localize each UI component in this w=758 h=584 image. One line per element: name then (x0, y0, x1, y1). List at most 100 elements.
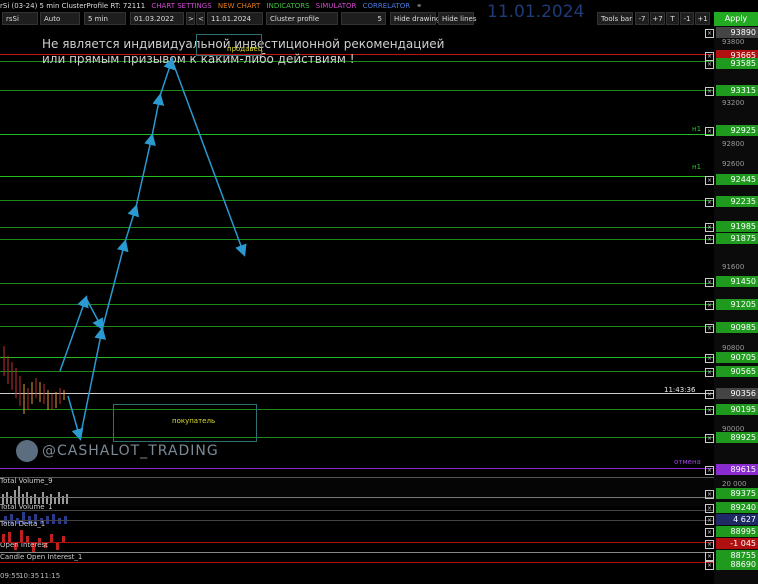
remove-level-icon[interactable]: × (705, 176, 714, 185)
interval-select[interactable]: 5 min (84, 12, 126, 25)
hide-lines-button[interactable]: Hide lines (438, 12, 476, 25)
arrow-segment (171, 59, 247, 257)
step-plus-7[interactable]: +7 (650, 12, 665, 25)
remove-level-icon[interactable]: × (705, 354, 714, 363)
arrow-segment (59, 295, 89, 372)
arrow-segment (79, 327, 107, 439)
profile-select[interactable]: Cluster profile (266, 12, 338, 25)
step-minus-7[interactable]: -7 (635, 12, 649, 25)
price-axis-label: 92600 (722, 160, 745, 168)
price-tag: 89240 (716, 502, 758, 513)
next-button[interactable]: > (186, 12, 195, 25)
time-label: 09:55 (0, 572, 21, 580)
price-tag: 90705 (716, 352, 758, 363)
arrow-segment (159, 57, 175, 97)
date-to-field[interactable]: 11.01.2024 (207, 12, 263, 25)
price-candles (3, 346, 65, 414)
remove-level-icon[interactable]: × (705, 301, 714, 310)
arrow-segment (124, 204, 140, 243)
price-axis-label: 92800 (722, 140, 745, 148)
price-axis-label: 90800 (722, 344, 745, 352)
panel-divider (0, 510, 714, 511)
menu-correlator[interactable]: CORRELATOR (363, 2, 411, 10)
remove-level-icon[interactable]: × (705, 235, 714, 244)
price-tag: 93315 (716, 85, 758, 96)
menu-chart-settings[interactable]: CHART SETTINGS (151, 2, 211, 10)
remove-level-icon[interactable]: × (705, 561, 714, 570)
date-from-field[interactable]: 01.03.2022 (130, 12, 184, 25)
remove-level-icon[interactable]: × (705, 552, 714, 561)
delta-zero-line (0, 542, 714, 543)
price-tag: 92445 (716, 174, 758, 185)
price-tag: 90195 (716, 404, 758, 415)
price-tag: 88690 (716, 559, 758, 570)
link-icon[interactable]: ⚭ (416, 2, 422, 10)
panel-divider (0, 552, 714, 553)
profile-value-field[interactable]: 5 (341, 12, 386, 25)
time-label: 10:35 (19, 572, 40, 580)
forecast-arrows[interactable] (0, 26, 714, 476)
price-tag: 90985 (716, 322, 758, 333)
panel-divider (0, 520, 714, 521)
remove-level-icon[interactable]: × (705, 434, 714, 443)
volume9-bars (2, 486, 68, 504)
price-axis-label: 20 000 (722, 480, 747, 488)
remove-level-icon[interactable]: × (705, 278, 714, 287)
price-tag: 90565 (716, 366, 758, 377)
price-tag: 89925 (716, 432, 758, 443)
today-button[interactable]: T (666, 12, 679, 25)
arrow-segment (151, 93, 165, 137)
price-tag: -1 045 (716, 538, 758, 549)
symbol-select[interactable]: rsSi (2, 12, 38, 25)
apply-button[interactable]: Apply (714, 12, 758, 26)
step-plus-1[interactable]: +1 (695, 12, 710, 25)
price-tag: 88995 (716, 526, 758, 537)
price-tag: 93585 (716, 58, 758, 69)
volume-panel[interactable] (0, 478, 714, 506)
price-tag: 92925 (716, 125, 758, 136)
remove-level-icon[interactable]: × (705, 368, 714, 377)
price-tag: 4 627 (716, 514, 758, 525)
remove-level-icon[interactable]: × (705, 490, 714, 499)
remove-level-icon[interactable]: × (705, 406, 714, 415)
tools-bar-button[interactable]: Tools bar (597, 12, 633, 25)
arrow-segment (67, 395, 84, 441)
step-minus-1[interactable]: -1 (680, 12, 694, 25)
panel-divider (0, 562, 714, 563)
remove-level-icon[interactable]: × (705, 223, 714, 232)
price-tag: 93890 (716, 27, 758, 38)
remove-level-icon[interactable]: × (705, 127, 714, 136)
price-axis-label: 93800 (722, 38, 745, 46)
price-tag: 89615 (716, 464, 758, 475)
remove-level-icon[interactable]: × (705, 540, 714, 549)
remove-level-icon[interactable]: × (705, 60, 714, 69)
candle-oi-label: Candle Open Interest_1 (0, 553, 83, 561)
panel-divider (0, 477, 714, 478)
menu-new-chart[interactable]: NEW CHART (218, 2, 260, 10)
price-tag: 89375 (716, 488, 758, 499)
hide-drawing-button[interactable]: Hide drawing (390, 12, 440, 25)
price-tag: 90356 (716, 388, 758, 399)
price-tag: 92235 (716, 196, 758, 207)
prev-button[interactable]: < (196, 12, 205, 25)
price-tag: 91985 (716, 221, 758, 232)
remove-level-icon[interactable]: × (705, 516, 714, 525)
remove-level-icon[interactable]: × (705, 390, 714, 399)
arrow-segment (101, 239, 129, 331)
remove-level-icon[interactable]: × (705, 29, 714, 38)
mode-select[interactable]: Auto (40, 12, 80, 25)
menu-indicators[interactable]: INDICATORS (267, 2, 310, 10)
arrow-segment (135, 133, 156, 208)
price-axis-label: 91600 (722, 263, 745, 271)
remove-level-icon[interactable]: × (705, 87, 714, 96)
remove-level-icon[interactable]: × (705, 466, 714, 475)
menu-simulator[interactable]: SIMULATOR (316, 2, 357, 10)
remove-level-icon[interactable]: × (705, 528, 714, 537)
remove-level-icon[interactable]: × (705, 504, 714, 513)
price-axis-label: 93200 (722, 99, 745, 107)
remove-level-icon[interactable]: × (705, 198, 714, 207)
price-tag: 91205 (716, 299, 758, 310)
telegram-icon (16, 440, 38, 462)
remove-level-icon[interactable]: × (705, 324, 714, 333)
toolbar: rsSi Auto 5 min 01.03.2022 > < 11.01.202… (0, 12, 758, 26)
